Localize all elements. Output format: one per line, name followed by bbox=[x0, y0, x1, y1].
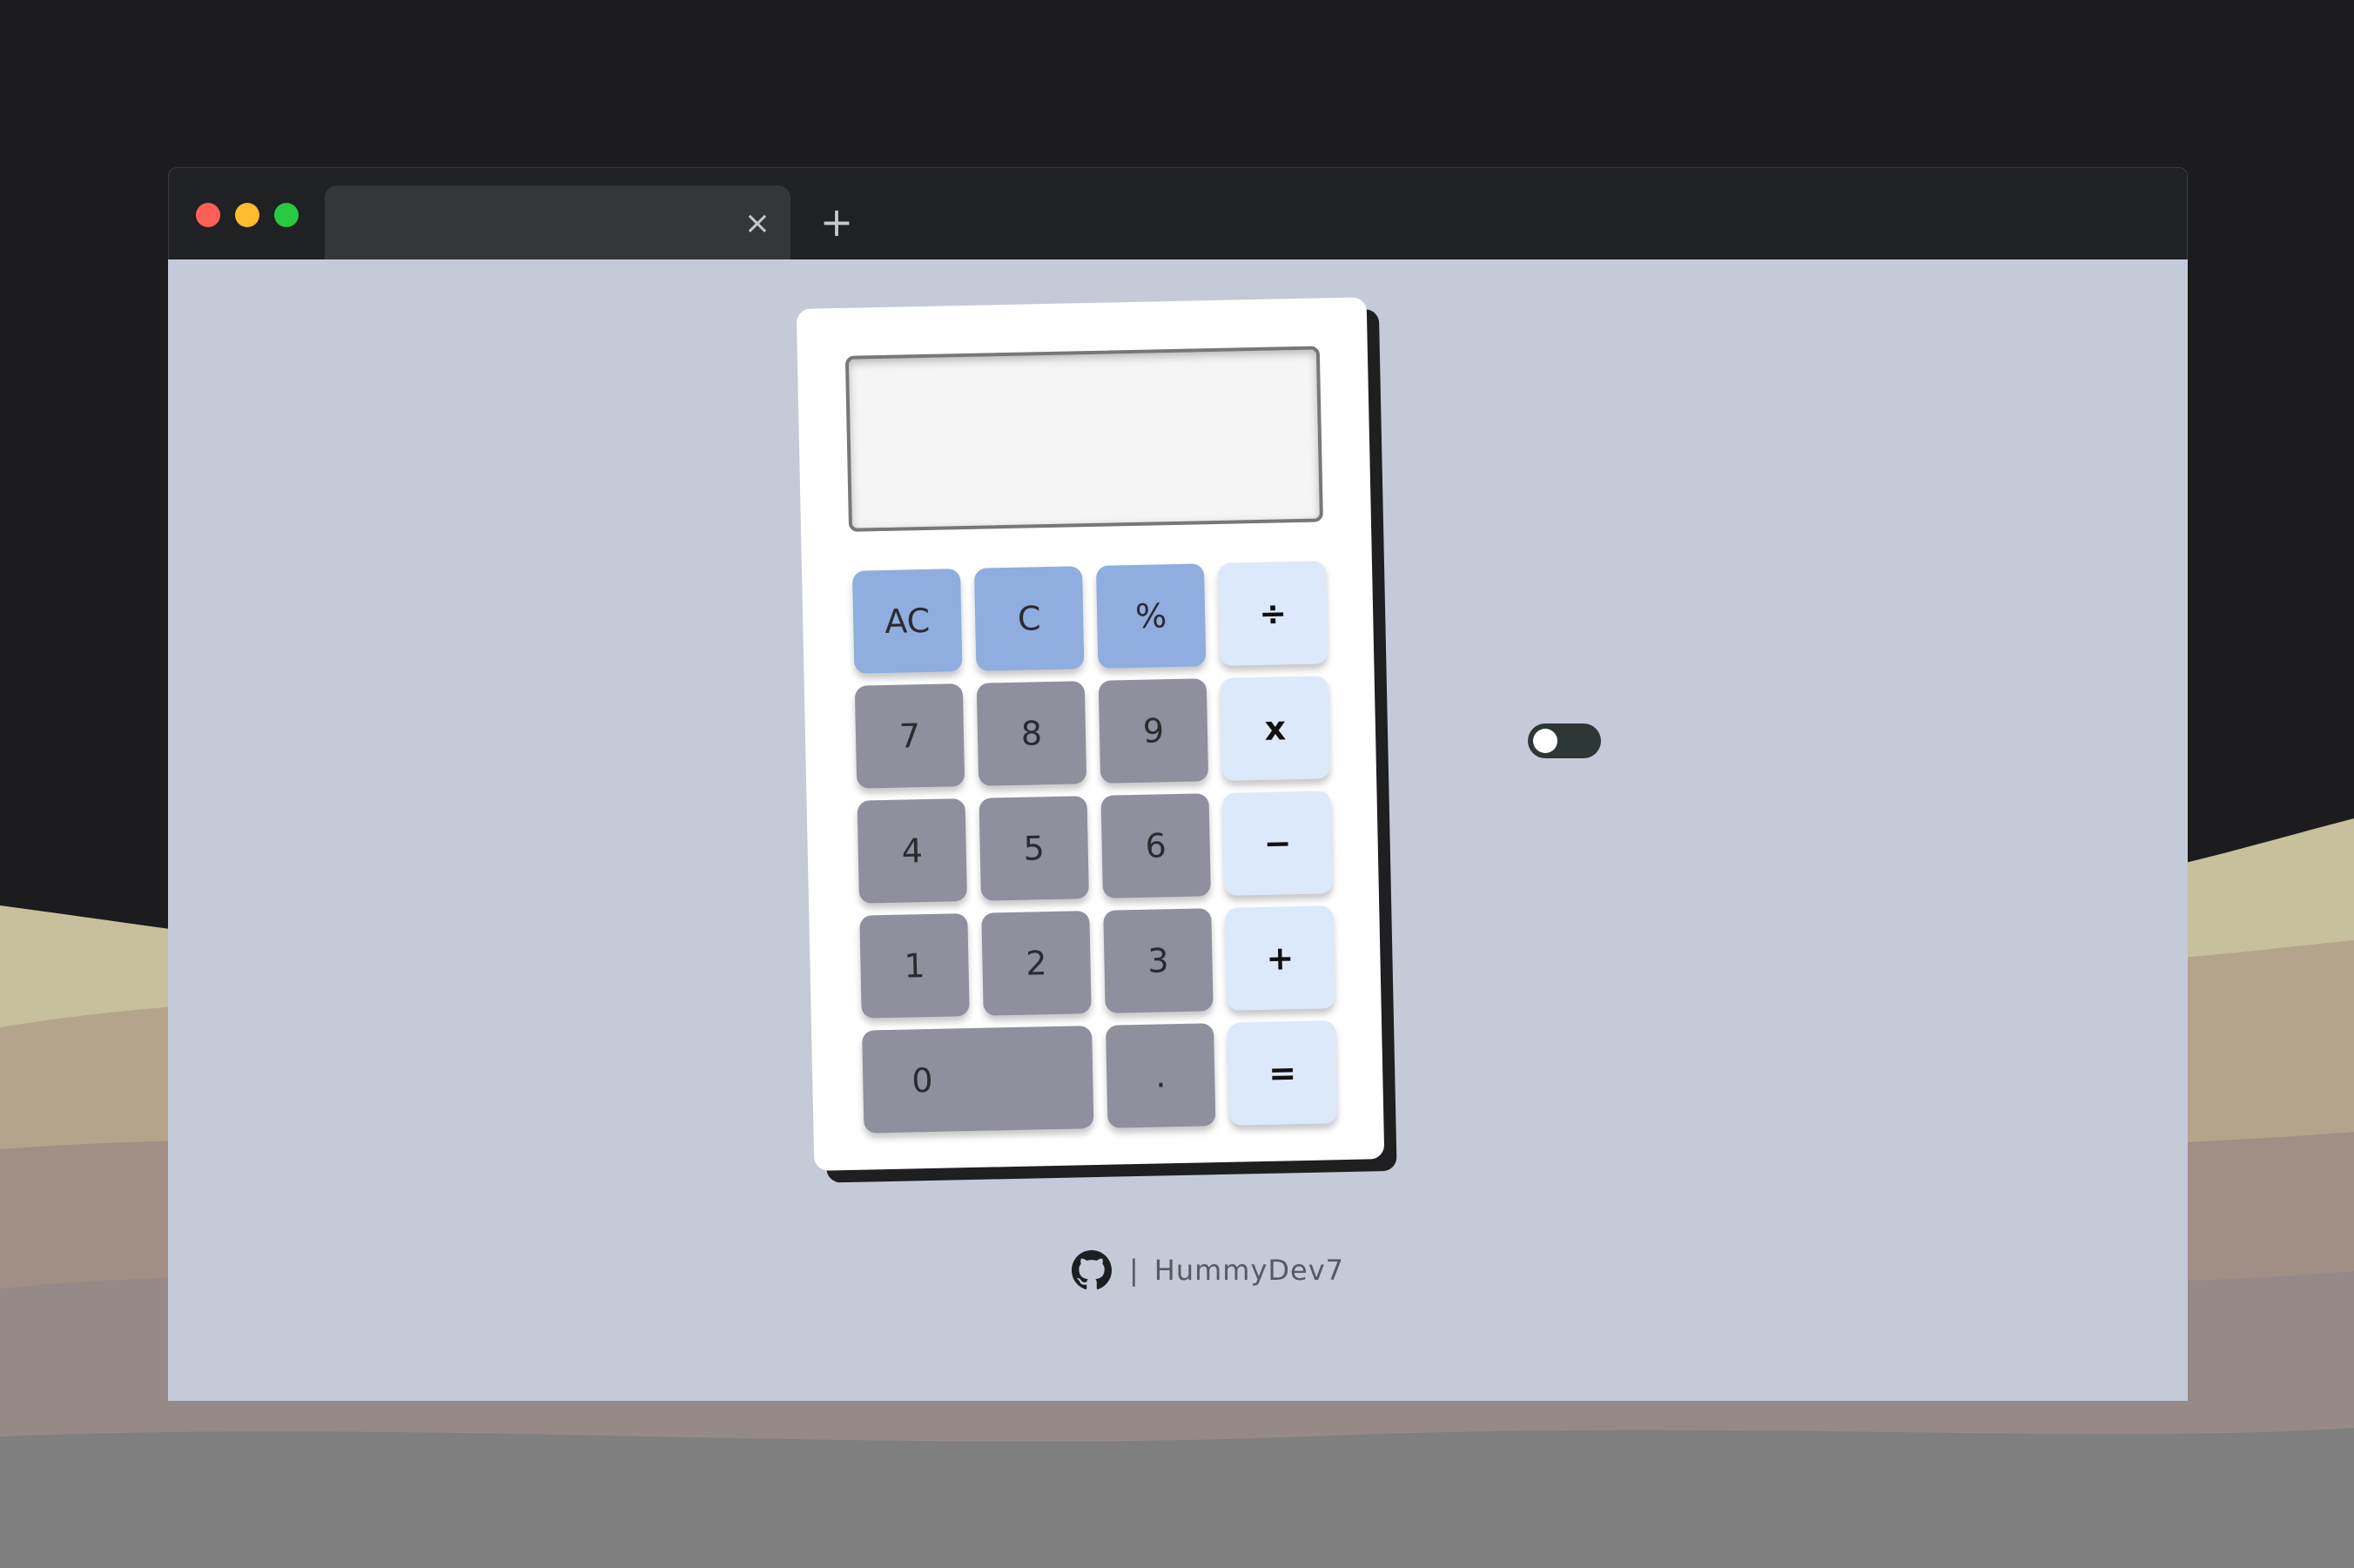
equals-button[interactable]: = bbox=[1227, 1020, 1338, 1126]
calculator: AC C % ÷ 7 8 9 x 4 5 6 − 1 2 3 + 0 . = bbox=[796, 297, 1397, 1183]
theme-toggle[interactable] bbox=[1528, 723, 1601, 758]
tab-close-icon[interactable]: × bbox=[742, 208, 773, 239]
clear-button[interactable]: C bbox=[973, 566, 1085, 671]
six-button[interactable]: 6 bbox=[1100, 793, 1211, 898]
seven-button[interactable]: 7 bbox=[854, 683, 965, 789]
eight-button[interactable]: 8 bbox=[976, 681, 1087, 786]
percent-button[interactable]: % bbox=[1095, 563, 1207, 669]
browser-tab[interactable]: × bbox=[325, 185, 790, 260]
close-window-button[interactable] bbox=[196, 203, 220, 227]
four-button[interactable]: 4 bbox=[857, 798, 967, 904]
five-button[interactable]: 5 bbox=[979, 796, 1089, 901]
minimize-window-button[interactable] bbox=[235, 203, 259, 227]
footer-separator: | bbox=[1129, 1254, 1139, 1287]
one-button[interactable]: 1 bbox=[859, 913, 970, 1019]
zero-button[interactable]: 0 bbox=[862, 1026, 1094, 1134]
calculator-display bbox=[844, 346, 1323, 532]
three-button[interactable]: 3 bbox=[1103, 908, 1214, 1013]
new-tab-button[interactable]: + bbox=[817, 202, 856, 242]
toggle-knob bbox=[1533, 729, 1557, 753]
author-link[interactable]: HummyDev7 bbox=[1154, 1254, 1344, 1287]
plus-button[interactable]: + bbox=[1225, 905, 1335, 1011]
minus-button[interactable]: − bbox=[1222, 791, 1333, 896]
maximize-window-button[interactable] bbox=[274, 203, 299, 227]
divide-button[interactable]: ÷ bbox=[1217, 561, 1328, 666]
ac-button[interactable]: AC bbox=[852, 569, 963, 674]
browser-titlebar: × + bbox=[168, 167, 2188, 260]
multiply-button[interactable]: x bbox=[1220, 676, 1331, 781]
decimal-button[interactable]: . bbox=[1106, 1023, 1216, 1128]
calculator-body: AC C % ÷ 7 8 9 x 4 5 6 − 1 2 3 + 0 . = bbox=[796, 297, 1385, 1171]
github-icon[interactable] bbox=[1072, 1250, 1112, 1290]
browser-window: × + AC C % ÷ 7 8 9 x 4 5 6 − 1 2 3 + 0 .… bbox=[168, 167, 2188, 1401]
nine-button[interactable]: 9 bbox=[1098, 678, 1209, 784]
page-viewport: AC C % ÷ 7 8 9 x 4 5 6 − 1 2 3 + 0 . = |… bbox=[168, 259, 2188, 1401]
two-button[interactable]: 2 bbox=[981, 911, 1092, 1016]
footer: | HummyDev7 bbox=[1072, 1248, 1344, 1292]
